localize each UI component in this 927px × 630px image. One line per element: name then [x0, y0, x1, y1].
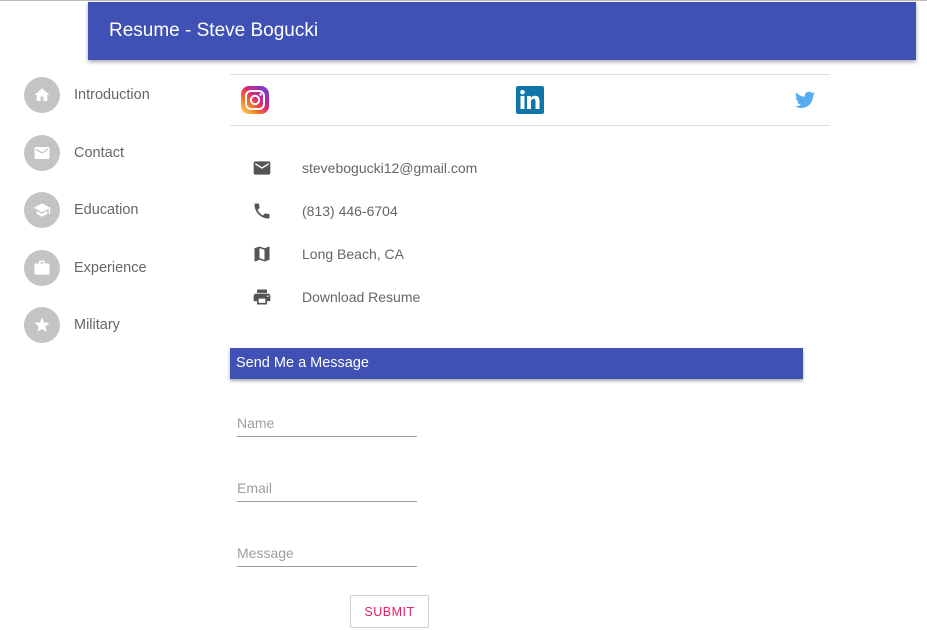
instagram-icon[interactable]	[240, 85, 270, 115]
linkedin-icon[interactable]	[515, 85, 545, 115]
briefcase-icon	[24, 250, 60, 286]
app-header: Resume - Steve Bogucki	[88, 2, 916, 60]
contact-location: Long Beach, CA	[252, 242, 404, 266]
sidebar-item-label: Education	[74, 202, 139, 218]
phone-text: (813) 446-6704	[302, 203, 398, 219]
message-field[interactable]	[237, 540, 417, 567]
top-divider	[0, 0, 927, 1]
sidebar-item-military[interactable]: Military	[24, 307, 214, 343]
name-field[interactable]	[237, 410, 417, 437]
sidebar-item-experience[interactable]: Experience	[24, 250, 214, 286]
download-resume-text[interactable]: Download Resume	[302, 289, 420, 305]
school-icon	[24, 192, 60, 228]
submit-button[interactable]: SUBMIT	[350, 595, 429, 628]
message-section-title: Send Me a Message	[236, 355, 369, 371]
print-icon	[252, 287, 272, 307]
sidebar-item-label: Military	[74, 317, 120, 333]
phone-icon	[252, 201, 272, 221]
star-icon	[24, 307, 60, 343]
email-field[interactable]	[237, 475, 417, 502]
social-links-bar	[230, 74, 830, 126]
location-text: Long Beach, CA	[302, 246, 404, 262]
download-resume-link[interactable]: Download Resume	[252, 285, 420, 309]
twitter-icon[interactable]	[790, 85, 820, 115]
home-icon	[24, 77, 60, 113]
contact-phone: (813) 446-6704	[252, 199, 398, 223]
page-title: Resume - Steve Bogucki	[109, 20, 319, 41]
sidebar-item-label: Contact	[74, 145, 124, 161]
sidebar-item-introduction[interactable]: Introduction	[24, 77, 214, 113]
email-text: stevebogucki12@gmail.com	[302, 160, 478, 176]
mail-icon	[252, 158, 272, 178]
contact-email: stevebogucki12@gmail.com	[252, 156, 477, 180]
sidebar-item-education[interactable]: Education	[24, 192, 214, 228]
sidebar-item-contact[interactable]: Contact	[24, 135, 214, 171]
sidebar-item-label: Experience	[74, 260, 147, 276]
mail-icon	[24, 135, 60, 171]
sidebar-item-label: Introduction	[74, 87, 150, 103]
map-icon	[252, 244, 272, 264]
message-section-header: Send Me a Message	[230, 348, 803, 379]
